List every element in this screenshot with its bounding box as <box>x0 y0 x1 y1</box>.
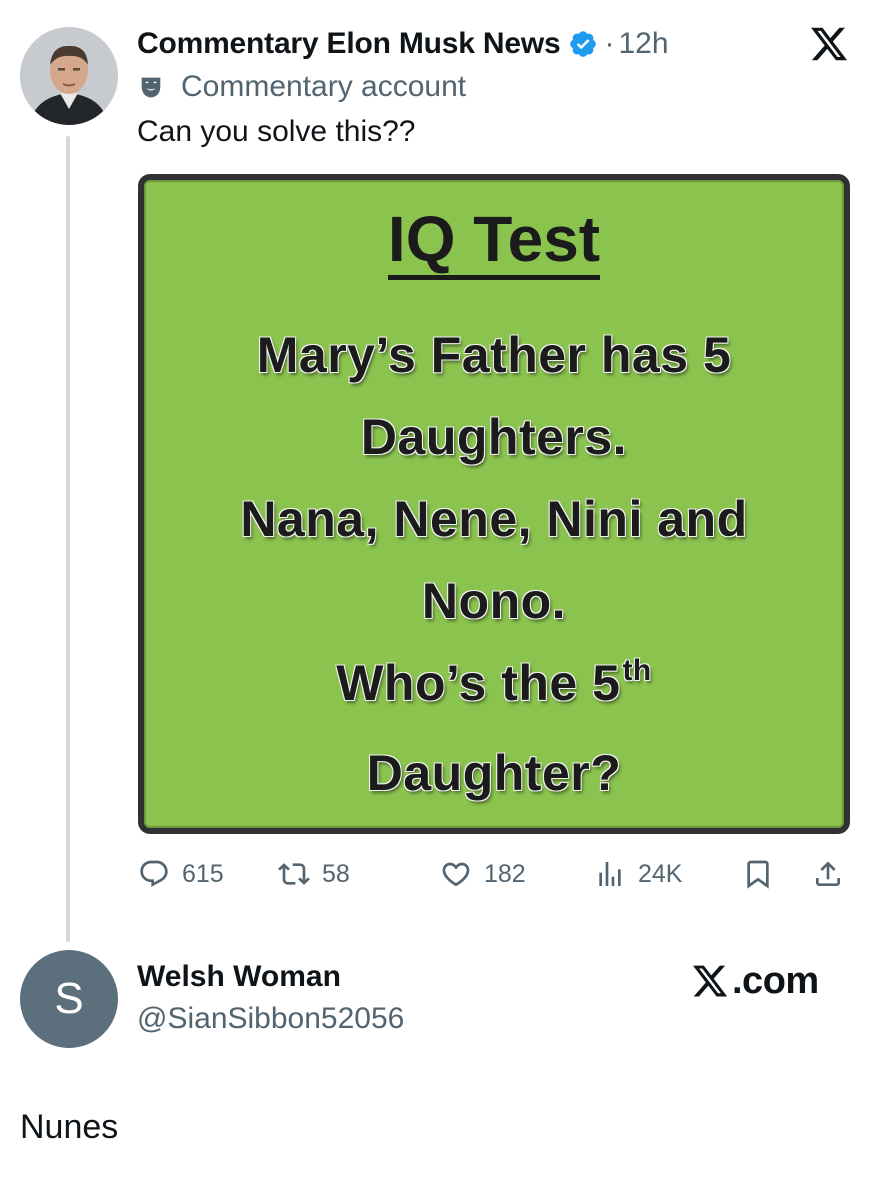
reply-button[interactable]: 615 <box>138 852 224 896</box>
meme-line: Nana, Nene, Nini and <box>240 491 748 547</box>
x-logo-icon <box>811 27 848 61</box>
author-avatar-image <box>20 27 118 125</box>
commentary-mask-icon <box>141 77 161 98</box>
reply-author-handle[interactable]: @SianSibbon52056 <box>137 1002 404 1036</box>
like-count: 182 <box>484 859 526 888</box>
views-button[interactable]: 24K <box>594 852 682 896</box>
meme-question: Who’s the 5th <box>336 654 652 711</box>
share-button[interactable] <box>812 852 844 896</box>
tweet-image[interactable]: IQ Test Mary’s Father has 5 Daughters. N… <box>138 174 850 834</box>
reply-author-name[interactable]: Welsh Woman <box>137 960 341 994</box>
author-name[interactable]: Commentary Elon Musk News <box>137 27 561 61</box>
views-icon <box>599 862 621 886</box>
reply-author-avatar[interactable]: S <box>20 950 118 1048</box>
tweet-action-bar: 615 58 182 24K <box>138 852 850 896</box>
x-com-watermark: .com <box>690 958 819 1004</box>
author-avatar[interactable] <box>20 27 118 125</box>
meme-line: Daughter? <box>366 745 622 801</box>
x-logo-icon <box>692 965 728 997</box>
x-com-suffix: .com <box>732 959 819 1002</box>
verified-badge-icon <box>570 31 597 57</box>
repost-count: 58 <box>322 859 350 888</box>
meme-superscript: th <box>622 654 652 687</box>
separator-dot: · <box>604 27 615 60</box>
meme-line: Nono. <box>421 573 567 629</box>
meme-line: Daughters. <box>360 409 628 465</box>
reply-text: Nunes <box>20 1108 119 1146</box>
tweet-time[interactable]: 12h <box>618 27 668 61</box>
meme-text: Mary’s Father has 5 Daughters. Nana, Nen… <box>144 314 844 814</box>
meme-title: IQ Test <box>144 202 844 280</box>
repost-icon <box>278 863 310 885</box>
reply-icon <box>140 860 168 887</box>
share-icon <box>816 861 840 886</box>
bookmark-icon <box>747 860 769 889</box>
like-icon <box>442 862 470 887</box>
bookmark-button[interactable] <box>742 852 774 896</box>
views-count: 24K <box>638 859 683 888</box>
commentary-account-label: Commentary account <box>137 67 466 107</box>
tweet-header: Commentary Elon Musk News · 12h <box>137 22 669 66</box>
meme-line: Mary’s Father has 5 <box>256 327 732 383</box>
tweet-text: Can you solve this?? <box>137 115 416 148</box>
thread-connector-line <box>66 136 70 942</box>
commentary-label-text: Commentary account <box>181 70 467 103</box>
like-button[interactable]: 182 <box>440 852 526 896</box>
reply-count: 615 <box>182 859 224 888</box>
repost-button[interactable]: 58 <box>278 852 350 896</box>
